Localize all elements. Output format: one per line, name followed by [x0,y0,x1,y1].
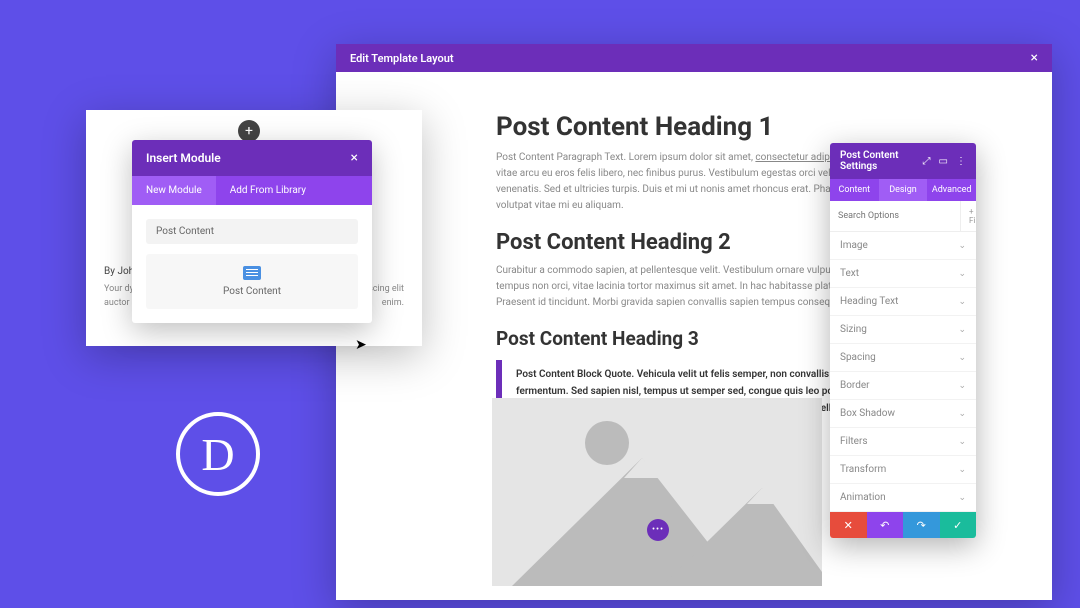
cancel-button[interactable]: ✕ [830,512,867,538]
settings-row-transform[interactable]: Transform⌄ [830,456,976,484]
settings-row-border[interactable]: Border⌄ [830,372,976,400]
insert-module-tabs: New Module Add From Library [132,176,372,205]
cursor-icon: ➤ [355,337,367,353]
chevron-down-icon: ⌄ [958,493,966,503]
image-placeholder [492,398,822,586]
settings-search-input[interactable] [830,201,960,231]
insert-module-title: Insert Module [146,151,221,165]
settings-row-spacing[interactable]: Spacing⌄ [830,344,976,372]
chevron-down-icon: ⌄ [958,241,966,251]
settings-tabs: Content Design Advanced [830,179,976,201]
tab-content[interactable]: Content [830,179,879,201]
close-icon[interactable]: × [351,150,358,166]
chevron-down-icon: ⌄ [958,269,966,279]
post-content-settings-panel: Post Content Settings ⤢ ▭ ⋮ Content Desi… [830,143,976,538]
tab-advanced[interactable]: Advanced [927,179,976,201]
save-button[interactable]: ✓ [940,512,977,538]
tab-add-from-library[interactable]: Add From Library [216,176,320,205]
filter-button[interactable]: + Filter [960,201,976,231]
settings-row-sizing[interactable]: Sizing⌄ [830,316,976,344]
settings-row-box-shadow[interactable]: Box Shadow⌄ [830,400,976,428]
chevron-down-icon: ⌄ [958,353,966,363]
mountain-icon [492,398,822,586]
settings-title: Post Content Settings [840,150,923,172]
module-item-label: Post Content [146,286,358,297]
tab-design[interactable]: Design [879,179,928,201]
module-item-post-content[interactable]: Post Content [146,254,358,309]
insert-module-header: Insert Module × [132,140,372,176]
module-menu-button[interactable]: ••• [647,519,669,541]
chevron-down-icon: ⌄ [958,381,966,391]
add-module-button[interactable]: + [238,120,260,142]
edit-template-header: Edit Template Layout × [336,44,1052,72]
undo-button[interactable]: ↶ [867,512,904,538]
chevron-down-icon: ⌄ [958,325,966,335]
post-heading-1: Post Content Heading 1 [496,112,892,142]
insert-module-modal: Insert Module × New Module Add From Libr… [132,140,372,323]
module-search-input[interactable] [146,219,358,244]
chevron-down-icon: ⌄ [958,409,966,419]
chevron-down-icon: ⌄ [958,437,966,447]
snap-icon[interactable]: ▭ [939,156,948,167]
settings-search-row: + Filter [830,201,976,232]
tab-new-module[interactable]: New Module [132,176,216,205]
chevron-down-icon: ⌄ [958,465,966,475]
insert-module-body: Post Content [132,205,372,323]
expand-icon[interactable]: ⤢ [923,156,931,167]
settings-row-image[interactable]: Image⌄ [830,232,976,260]
post-content-icon [243,266,261,280]
settings-row-filters[interactable]: Filters⌄ [830,428,976,456]
edit-template-title: Edit Template Layout [350,52,454,65]
settings-row-animation[interactable]: Animation⌄ [830,484,976,512]
settings-row-text[interactable]: Text⌄ [830,260,976,288]
divi-logo: D [176,412,260,496]
menu-icon[interactable]: ⋮ [956,156,966,167]
redo-button[interactable]: ↷ [903,512,940,538]
close-icon[interactable]: × [1031,50,1038,66]
divi-logo-letter: D [201,428,234,481]
settings-row-heading-text[interactable]: Heading Text⌄ [830,288,976,316]
settings-header: Post Content Settings ⤢ ▭ ⋮ [830,143,976,179]
chevron-down-icon: ⌄ [958,297,966,307]
settings-footer: ✕ ↶ ↷ ✓ [830,512,976,538]
